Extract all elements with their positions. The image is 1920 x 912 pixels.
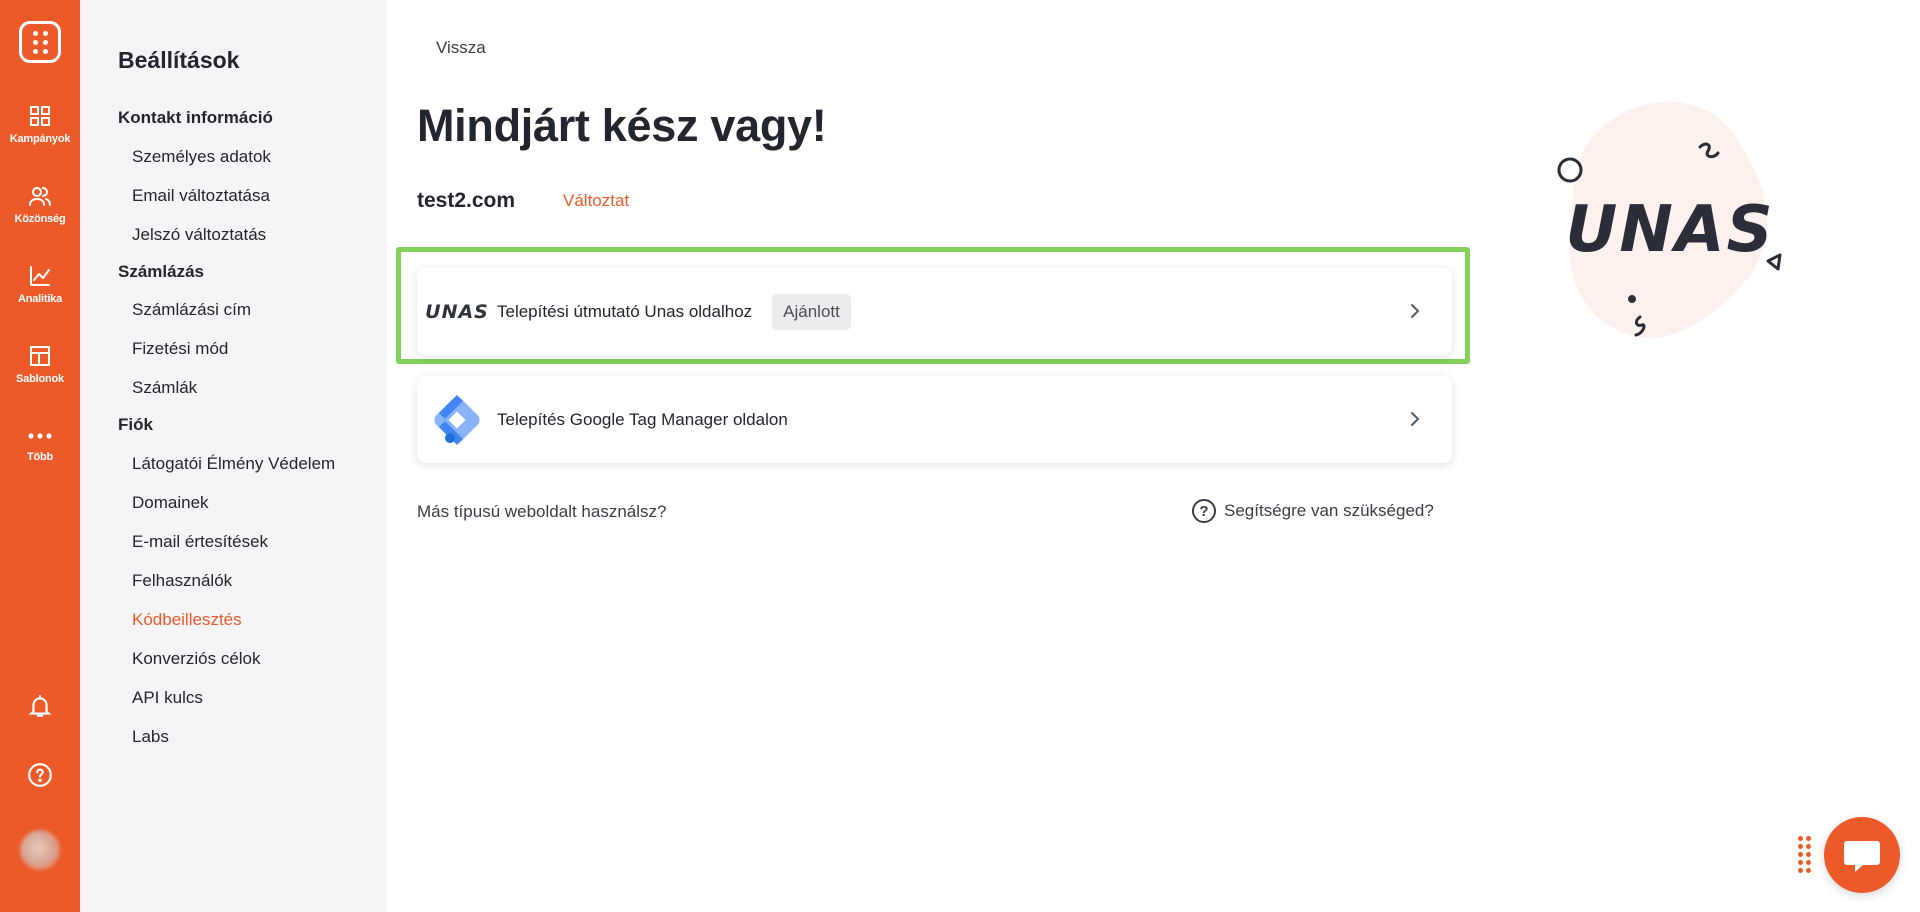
chevron-right-icon — [1411, 412, 1419, 426]
help-circle-icon — [28, 763, 52, 787]
recommended-badge: Ajánlott — [772, 293, 851, 330]
rail-item-audience[interactable]: Közönség — [0, 184, 80, 225]
sidebar-item-personal-data[interactable]: Személyes adatok — [132, 147, 271, 167]
main-rail: Kampányok Közönség Analitika Sablonok Tö… — [0, 0, 80, 912]
sidebar-title: Beállítások — [118, 47, 240, 73]
chat-drag-handle[interactable] — [1798, 836, 1811, 873]
rail-item-label: Több — [26, 451, 54, 463]
help-link[interactable]: ? Segítségre van szükséged? — [1192, 499, 1434, 523]
chevron-right-icon — [1411, 304, 1419, 318]
sidebar-item-users[interactable]: Felhasználók — [132, 571, 232, 591]
sidebar-item-api-key[interactable]: API kulcs — [132, 688, 203, 708]
avatar[interactable] — [20, 830, 60, 870]
sidebar-item-conversion-goals[interactable]: Konverziós célok — [132, 649, 261, 669]
rail-item-analytics[interactable]: Analitika — [0, 264, 80, 305]
unas-logo-text: UNAS — [425, 300, 489, 323]
google-tag-manager-icon — [417, 390, 497, 450]
notifications-button[interactable] — [0, 693, 80, 719]
sidebar-item-visitor-protection[interactable]: Látogatói Élmény Védelem — [132, 454, 335, 474]
section-account: Fiók — [118, 415, 153, 434]
app-logo-icon[interactable] — [19, 21, 61, 63]
sidebar-item-labs[interactable]: Labs — [132, 727, 169, 747]
other-site-link[interactable]: Más típusú weboldalt használsz? — [417, 502, 666, 522]
question-icon: ? — [1192, 499, 1216, 523]
chart-icon — [30, 266, 50, 286]
unas-illustration: UNAS — [1557, 101, 1782, 339]
sidebar-item-change-email[interactable]: Email változtatása — [132, 186, 270, 206]
unas-card-label: Telepítési útmutató Unas oldalhoz — [497, 301, 753, 321]
sidebar-item-billing-address[interactable]: Számlázási cím — [132, 300, 251, 320]
rail-item-templates[interactable]: Sablonok — [0, 344, 80, 385]
section-billing: Számlázás — [118, 262, 204, 281]
more-icon — [28, 433, 52, 439]
help-link-label: Segítségre van szükséged? — [1224, 501, 1434, 520]
sidebar-item-payment-method[interactable]: Fizetési mód — [132, 339, 228, 359]
domain-name: test2.com — [417, 189, 516, 212]
rail-item-label: Kampányok — [9, 133, 71, 145]
rail-item-campaigns[interactable]: Kampányok — [0, 104, 80, 145]
layout-icon — [30, 346, 50, 366]
grid-icon — [30, 106, 50, 126]
settings-sidebar: Beállítások Kontakt információ Személyes… — [80, 0, 387, 912]
sidebar-item-invoices[interactable]: Számlák — [132, 378, 197, 398]
help-rail-button[interactable] — [0, 762, 80, 788]
page-title: Mindjárt kész vagy! — [417, 100, 827, 151]
unas-logo: UNAS — [417, 301, 497, 323]
gtm-card-label: Telepítés Google Tag Manager oldalon — [497, 409, 788, 429]
gtm-install-card[interactable]: Telepítés Google Tag Manager oldalon — [417, 376, 1452, 463]
rail-item-label: Közönség — [14, 213, 66, 225]
chat-button[interactable] — [1824, 817, 1900, 893]
section-contact: Kontakt információ — [118, 108, 273, 127]
rail-item-label: Sablonok — [16, 373, 64, 385]
users-icon — [29, 187, 51, 206]
chat-icon — [1844, 841, 1880, 872]
bell-icon — [28, 695, 52, 717]
illustration-unas-text: UNAS — [1565, 193, 1774, 267]
rail-item-more[interactable]: Több — [0, 426, 80, 463]
sidebar-item-email-notifications[interactable]: E-mail értesítések — [132, 532, 268, 552]
sidebar-item-change-password[interactable]: Jelszó változtatás — [132, 225, 266, 245]
change-domain-link[interactable]: Változtat — [563, 191, 629, 211]
sidebar-item-domains[interactable]: Domainek — [132, 493, 209, 513]
sidebar-item-code-insertion[interactable]: Kódbeillesztés — [132, 610, 242, 630]
back-link[interactable]: Vissza — [436, 38, 486, 58]
unas-install-card[interactable]: UNAS Telepítési útmutató Unas oldalhoz A… — [417, 268, 1452, 355]
rail-item-label: Analitika — [17, 293, 63, 305]
